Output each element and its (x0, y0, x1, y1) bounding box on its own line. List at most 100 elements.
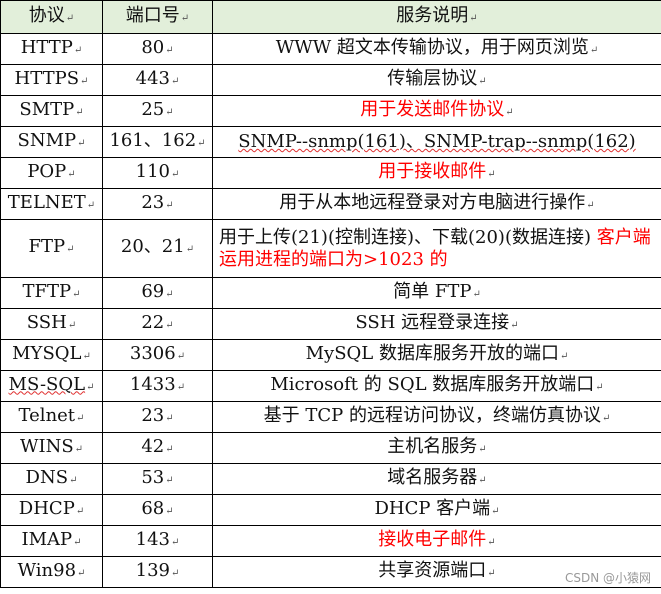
cell-protocol: HTTPS↵ (0, 64, 103, 96)
cell-port: 143↵ (102, 525, 213, 557)
description-text: 接收电子邮件 (378, 528, 487, 550)
port-text: 69 (141, 280, 165, 302)
port-text: 143 (135, 528, 170, 550)
port-text: 139 (135, 559, 170, 581)
description-text: 用于接收邮件 (378, 160, 487, 182)
paragraph-mark-icon: ↵ (86, 199, 96, 211)
header-description-label: 服务说明 (396, 4, 469, 26)
protocol-text: POP (27, 160, 67, 182)
port-text: 3306 (129, 342, 176, 364)
description-text: 主机名服务 (387, 435, 478, 457)
cell-port: 42↵ (102, 432, 213, 464)
protocol-text: SSH (26, 311, 67, 333)
protocol-text: DHCP (18, 497, 75, 519)
cell-protocol: TELNET↵ (0, 188, 103, 220)
paragraph-mark-icon: ↵ (559, 350, 569, 362)
description-text: 传输层协议 (387, 67, 478, 89)
paragraph-mark-icon: ↵ (77, 137, 86, 149)
cell-description: 接收电子邮件↵ (212, 525, 661, 557)
table-body: HTTP↵ 80↵ WWW 超文本传输协议，用于网页浏览↵ HTTPS↵ 443… (0, 33, 661, 588)
paragraph-mark-icon: ↵ (185, 244, 195, 255)
paragraph-mark-icon: ↵ (601, 412, 611, 424)
port-text: 1433 (129, 373, 176, 395)
paragraph-mark-icon: ↵ (478, 443, 487, 455)
protocol-text: SNMP (17, 129, 77, 151)
cell-port: 139↵ (102, 556, 213, 588)
cell-port: 80↵ (102, 33, 213, 65)
cell-protocol: Win98↵ (0, 556, 103, 588)
protocol-text: DNS (25, 466, 69, 488)
description-text: 基于 TCP 的远程访问协议，终端仿真协议 (263, 404, 601, 426)
cell-port: 23↵ (102, 401, 213, 433)
table-row: SMTP↵ 25↵ 用于发送邮件协议↵ (0, 95, 661, 127)
description-text: 共享资源端口 (378, 559, 487, 581)
protocol-text: SMTP (19, 98, 75, 120)
paragraph-mark-icon: ↵ (165, 474, 174, 486)
paragraph-mark-icon: ↵ (170, 168, 180, 180)
paragraph-mark-icon: ↵ (76, 412, 85, 424)
paragraph-mark-icon: ↵ (165, 106, 174, 118)
cell-protocol: IMAP↵ (0, 525, 103, 557)
paragraph-mark-icon: ↵ (73, 44, 83, 56)
description-text: 域名服务器 (387, 466, 478, 488)
protocol-text: TELNET (7, 191, 86, 213)
cell-port: 69↵ (102, 277, 213, 309)
protocol-text: TFTP (22, 280, 72, 302)
paragraph-mark-icon: ↵ (69, 474, 78, 486)
paragraph-mark-icon: ↵ (165, 412, 174, 424)
cell-port: 68↵ (102, 494, 213, 526)
table-row: MS-SQL↵ 1433↵ Microsoft 的 SQL 数据库服务开放端口↵ (0, 370, 661, 402)
cell-description: 简单 FTP↵ (212, 277, 661, 309)
description-text: 简单 FTP (393, 280, 472, 302)
cell-description: Microsoft 的 SQL 数据库服务开放端口↵ (212, 370, 661, 402)
cell-protocol: Telnet↵ (0, 401, 103, 433)
port-text: 25 (141, 98, 165, 120)
cell-port: 161、162↵ (102, 126, 213, 158)
cell-protocol: SNMP↵ (0, 126, 103, 158)
cell-port: 25↵ (102, 95, 213, 127)
protocol-text: WINS (19, 435, 74, 457)
description-text: 用于发送邮件协议 (360, 98, 505, 120)
paragraph-mark-icon: ↵ (165, 505, 174, 517)
table-row: Win98↵ 139↵ 共享资源端口↵ (0, 556, 661, 588)
cell-description: 基于 TCP 的远程访问协议，终端仿真协议↵ (212, 401, 661, 433)
port-text: 68 (141, 497, 165, 519)
cell-port: 23↵ (102, 188, 213, 220)
protocol-text: FTP (28, 236, 66, 257)
cell-description: 用于上传(21)(控制连接)、下载(20)(数据连接) 客户端运用进程的端口为>… (212, 219, 661, 278)
description-text: WWW 超文本传输协议，用于网页浏览 (275, 36, 589, 58)
paragraph-mark-icon: ↵ (73, 536, 82, 548)
cell-protocol: MS-SQL↵ (0, 370, 103, 402)
cell-description: 域名服务器↵ (212, 463, 661, 495)
paragraph-mark-icon: ↵ (176, 381, 186, 393)
paragraph-mark-icon: ↵ (165, 199, 174, 211)
paragraph-mark-icon: ↵ (170, 75, 180, 87)
table-row: TFTP ↵ 69↵ 简单 FTP↵ (0, 277, 661, 309)
port-text: 23 (141, 404, 165, 426)
paragraph-mark-icon: ↵ (165, 44, 174, 56)
paragraph-mark-icon: ↵ (67, 319, 77, 331)
port-text: 20、21 (120, 236, 185, 257)
paragraph-mark-icon: ↵ (65, 12, 75, 24)
description-text: 用于上传(21)(控制连接)、下载(20)(数据连接) (219, 226, 591, 248)
cell-protocol: SSH↵ (0, 308, 103, 340)
paragraph-mark-icon: ↵ (197, 137, 206, 149)
protocol-text: Win98 (17, 559, 77, 581)
paragraph-mark-icon: ↵ (478, 75, 487, 87)
header-protocol-label: 协议 (28, 4, 65, 26)
paragraph-mark-icon: ↵ (165, 288, 174, 300)
cell-description: MySQL 数据库服务开放的端口↵ (212, 339, 661, 371)
cell-description: 用于接收邮件↵ (212, 157, 661, 189)
cell-port: 3306↵ (102, 339, 213, 371)
cell-port: 53↵ (102, 463, 213, 495)
header-protocol: 协议↵ (0, 0, 103, 34)
port-text: 53 (141, 466, 165, 488)
paragraph-mark-icon: ↵ (586, 199, 595, 211)
paragraph-mark-icon: ↵ (165, 319, 174, 331)
cell-description: 用于从本地远程登录对方电脑进行操作↵ (212, 188, 661, 220)
paragraph-mark-icon: ↵ (478, 474, 487, 486)
description-text: Microsoft 的 SQL 数据库服务开放端口 (270, 373, 595, 395)
cell-protocol: HTTP↵ (0, 33, 103, 65)
paragraph-mark-icon: ↵ (505, 106, 514, 118)
paragraph-mark-icon: ↵ (487, 536, 496, 548)
